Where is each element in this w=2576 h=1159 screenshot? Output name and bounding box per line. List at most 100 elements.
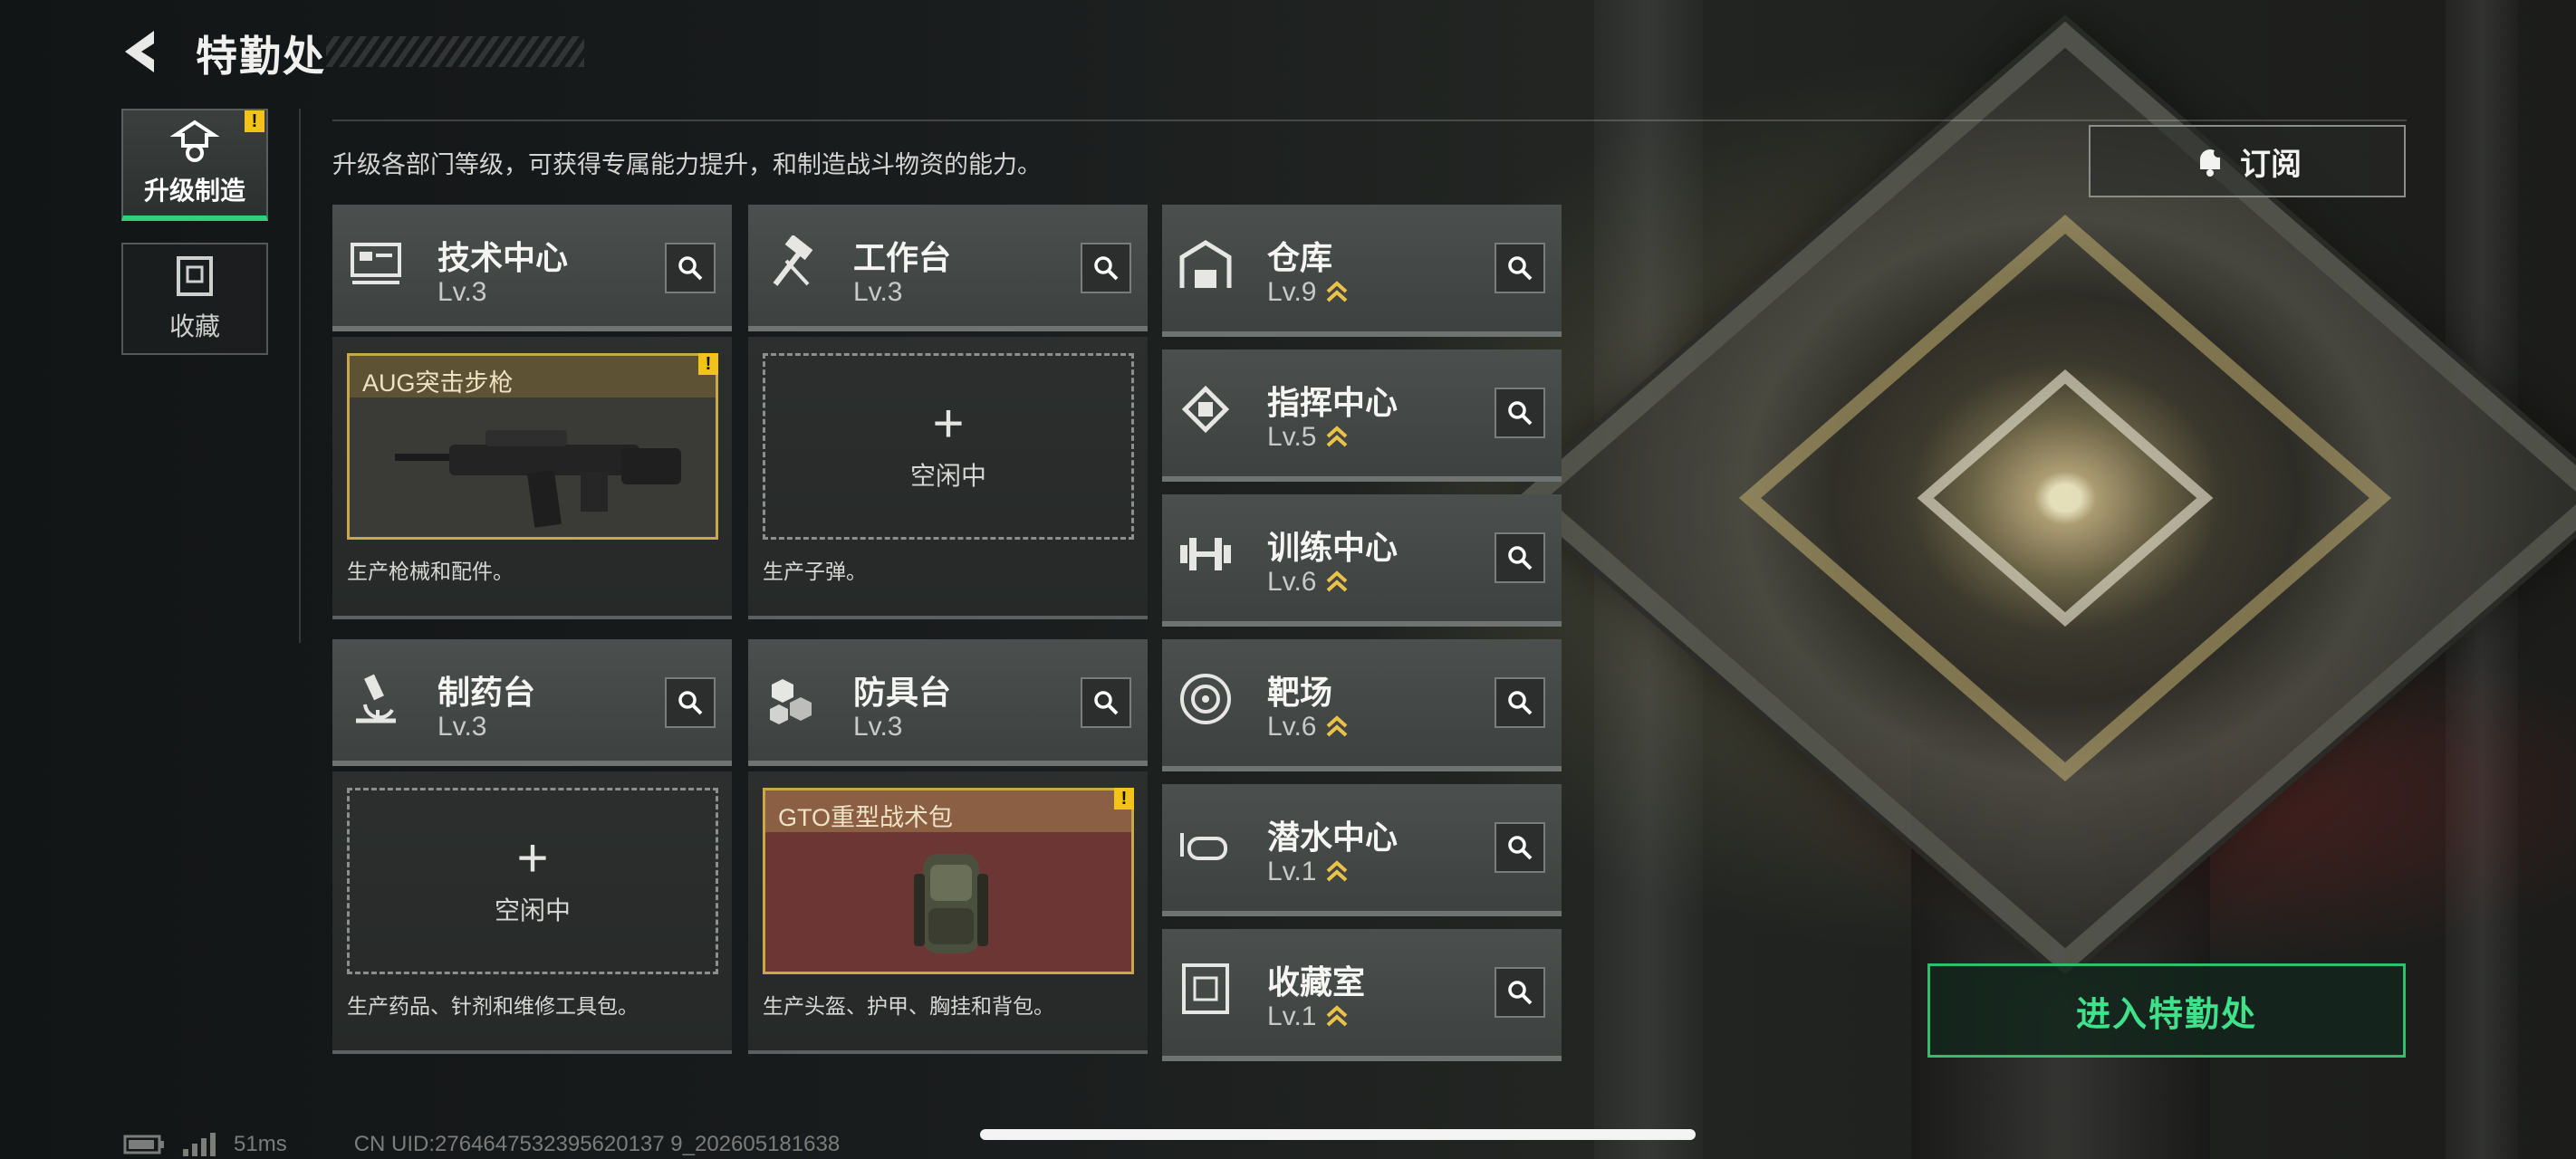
facility-level: Lv.3: [437, 712, 486, 742]
level-text: Lv.1: [1267, 1001, 1317, 1031]
status-footer: 51ms CN UID:2764647532395620137 9_202605…: [123, 1132, 840, 1157]
level-text: Lv.5: [1267, 422, 1317, 452]
magnifier-icon: [678, 256, 703, 281]
item-name: AUG突击步枪: [362, 369, 514, 397]
inspect-button[interactable]: [1495, 822, 1545, 873]
home-indicator[interactable]: [980, 1129, 1696, 1140]
idle-label: 空闲中: [909, 462, 986, 490]
dumbbell-icon: [1180, 538, 1231, 570]
sidenav-item-upgrade-craft[interactable]: ! 升级制造: [121, 109, 268, 221]
sidenav-label: 升级制造: [143, 177, 245, 205]
facility-description: 生产头盔、护甲、胸挂和背包。: [763, 994, 1054, 1018]
subscribe-button[interactable]: 订阅: [2089, 125, 2406, 197]
page-title: 特勤处: [196, 33, 326, 80]
facility-description: 生产枪械和配件。: [347, 560, 514, 583]
facility-name: 指挥中心: [1267, 384, 1399, 421]
enter-facility-button[interactable]: 进入特勤处: [1927, 963, 2406, 1058]
inspect-button[interactable]: [665, 243, 716, 293]
warning-badge: !: [1114, 788, 1134, 809]
cubes-icon: [770, 679, 812, 724]
microscope-icon: [356, 674, 396, 723]
trophy-case-icon: [1182, 963, 1229, 1014]
ping-text: 51ms: [234, 1132, 287, 1156]
facility-name: 收藏室: [1267, 963, 1366, 1001]
facility-name: 训练中心: [1267, 529, 1399, 566]
warning-badge: !: [245, 110, 264, 132]
facility-name: 制药台: [437, 674, 536, 711]
facility-name: 靶场: [1267, 674, 1333, 711]
magnifier-icon: [1094, 691, 1119, 715]
facility-description: 生产子弹。: [763, 560, 867, 583]
hammer-icon: [773, 235, 813, 286]
production-panel: + 空闲中 生产药品、针剂和维修工具包。: [332, 771, 732, 1054]
collection-case-icon: [177, 256, 213, 296]
backpack-image: [914, 854, 988, 953]
facility-description: 生产药品、针剂和维修工具包。: [347, 994, 639, 1018]
upgrade-chevrons-icon: [1327, 860, 1348, 882]
facility-name: 潜水中心: [1267, 819, 1399, 856]
production-slot-item[interactable]: ! GTO重型战术包: [763, 788, 1134, 974]
level-text: Lv.9: [1267, 277, 1317, 307]
production-panel: ! AUG突击步枪 生产枪械和配件。: [332, 337, 732, 619]
back-arrow-icon[interactable]: [118, 27, 167, 76]
magnifier-icon: [1508, 546, 1533, 570]
magnifier-icon: [1508, 836, 1533, 860]
inspect-button[interactable]: [1081, 677, 1131, 728]
rifle-image: [395, 430, 681, 528]
magnifier-icon: [678, 691, 703, 715]
item-name: GTO重型战术包: [778, 804, 954, 831]
upgrade-chevrons-icon: [1327, 570, 1348, 592]
inspect-button[interactable]: [1495, 532, 1545, 583]
level-text: Lv.3: [853, 712, 903, 742]
magnifier-icon: [1094, 256, 1119, 281]
sidenav-item-collection[interactable]: 收藏: [121, 243, 268, 355]
facility-name: 技术中心: [437, 239, 569, 276]
level-text: Lv.6: [1267, 567, 1317, 597]
upgrade-icon: [170, 120, 219, 162]
inspect-button[interactable]: [1081, 243, 1131, 293]
facility-header[interactable]: 工作台 Lv.3: [748, 205, 1148, 331]
facility-level: Lv.6: [1267, 567, 1349, 598]
chip-icon: [1181, 385, 1230, 434]
facility-card-trophy-case[interactable]: 收藏室 Lv.1: [1162, 929, 1562, 1061]
page-description: 升级各部门等级，可获得专属能力提升，和制造战斗物资的能力。: [332, 151, 1042, 178]
inspect-button[interactable]: [1495, 388, 1545, 438]
upgrade-chevrons-icon: [1327, 281, 1348, 302]
production-panel: ! GTO重型战术包 生产头盔、护甲、胸挂和背包。: [748, 771, 1148, 1054]
inspect-button[interactable]: [665, 677, 716, 728]
facility-level: Lv.6: [1267, 712, 1349, 742]
magnifier-icon: [1508, 691, 1533, 715]
level-text: Lv.6: [1267, 712, 1317, 742]
facility-header[interactable]: 防具台 Lv.3: [748, 639, 1148, 766]
facility-level: Lv.9: [1267, 277, 1349, 308]
subscribe-label: 订阅: [2240, 147, 2302, 182]
facility-card-dumbbell[interactable]: 训练中心 Lv.6: [1162, 494, 1562, 627]
idle-label: 空闲中: [494, 896, 571, 924]
magnifier-icon: [1508, 401, 1533, 426]
facility-header[interactable]: 技术中心 Lv.3: [332, 205, 732, 331]
inspect-button[interactable]: [1495, 967, 1545, 1018]
facility-cube-artwork: [1516, 21, 2576, 975]
facility-level: Lv.1: [1267, 857, 1349, 887]
facility-card-target[interactable]: 靶场 Lv.6: [1162, 639, 1562, 771]
inspect-button[interactable]: [1495, 243, 1545, 293]
magnifier-icon: [1508, 256, 1533, 281]
level-text: Lv.3: [437, 712, 487, 742]
uid-text: CN UID:2764647532395620137 9_20260518163…: [353, 1132, 841, 1156]
facility-card-warehouse[interactable]: 仓库 Lv.9: [1162, 205, 1562, 337]
signal-icon: [183, 1133, 216, 1156]
facility-level: Lv.1: [1267, 1001, 1349, 1032]
battery-icon: [123, 1135, 164, 1154]
facility-name: 仓库: [1267, 239, 1333, 276]
bell-icon: [2200, 148, 2223, 177]
facility-header[interactable]: 制药台 Lv.3: [332, 639, 732, 766]
facility-card-chip[interactable]: 指挥中心 Lv.5: [1162, 350, 1562, 482]
facility-level: Lv.3: [853, 712, 902, 742]
facility-card-goggles[interactable]: 潜水中心 Lv.1: [1162, 784, 1562, 916]
facility-level: Lv.3: [853, 277, 902, 308]
production-slot-item[interactable]: ! AUG突击步枪: [347, 353, 718, 540]
inspect-button[interactable]: [1495, 677, 1545, 728]
facility-level: Lv.5: [1267, 422, 1349, 453]
production-slot-empty[interactable]: + 空闲中: [347, 788, 718, 974]
production-slot-empty[interactable]: + 空闲中: [763, 353, 1134, 540]
